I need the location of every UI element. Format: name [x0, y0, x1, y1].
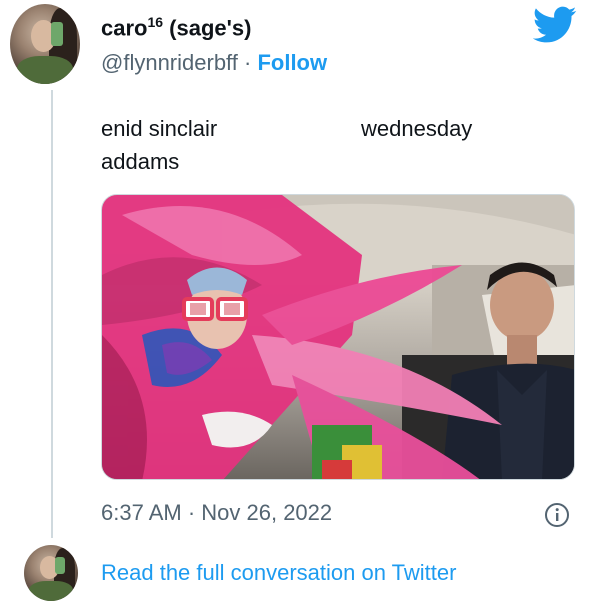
avatar-shirt: [17, 56, 73, 84]
author-handle[interactable]: @flynnriderbff: [101, 50, 238, 75]
avatar-phone: [55, 557, 66, 575]
author-name-text: caro: [101, 15, 148, 41]
follow-button[interactable]: Follow: [257, 50, 327, 75]
twitter-bird-icon[interactable]: [533, 6, 577, 44]
tweet-media[interactable]: [101, 194, 575, 480]
reply-avatar[interactable]: [24, 545, 78, 601]
author-avatar[interactable]: [10, 4, 80, 84]
handle-separator: ·: [237, 50, 258, 75]
info-icon[interactable]: [544, 502, 570, 528]
tweet-line1-left: enid sinclair: [101, 116, 218, 141]
avatar-shirt: [29, 581, 73, 601]
author-name-suffix: (sage's): [163, 15, 252, 41]
tweet-line1-right: wednesday: [361, 116, 473, 141]
tweet-timestamp[interactable]: 6:37 AM · Nov 26, 2022: [101, 500, 332, 526]
author-name[interactable]: caro16 (sage's): [101, 14, 251, 41]
read-conversation-link[interactable]: Read the full conversation on Twitter: [101, 560, 456, 586]
author-handle-row: @flynnriderbff · Follow: [101, 50, 327, 76]
avatar-phone: [50, 21, 64, 46]
media-scene: [102, 195, 574, 479]
thread-line: [51, 90, 53, 538]
tweet-line2-left: addams: [101, 149, 180, 174]
author-name-sup: 16: [147, 14, 164, 30]
